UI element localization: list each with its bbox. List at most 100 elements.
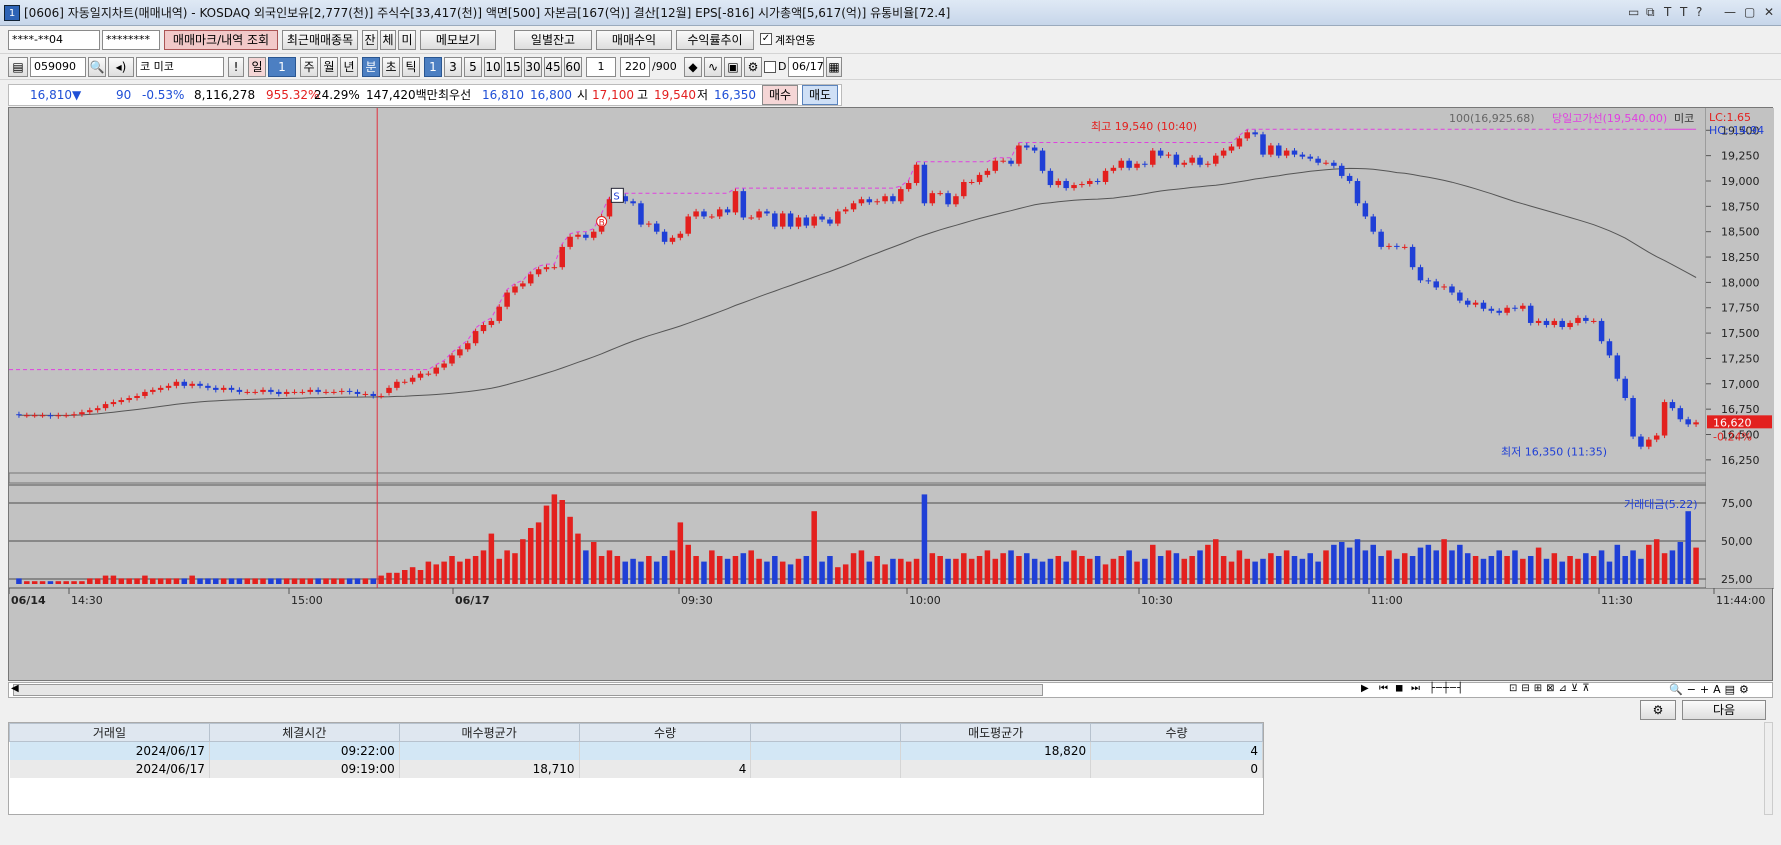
trade-profit-button[interactable]: 매매수익 bbox=[596, 30, 672, 50]
candle-body bbox=[1055, 180, 1062, 186]
executed-button[interactable]: 체 bbox=[380, 30, 396, 50]
candle-body bbox=[1527, 305, 1534, 323]
candle-body bbox=[244, 391, 251, 393]
alert-button[interactable]: ! bbox=[228, 57, 244, 77]
minute-60[interactable]: 60 bbox=[564, 57, 582, 77]
minute-15[interactable]: 15 bbox=[504, 57, 522, 77]
date-checkbox[interactable] bbox=[764, 61, 776, 73]
volume-bar bbox=[228, 578, 235, 584]
daily-balance-button[interactable]: 일별잔고 bbox=[514, 30, 592, 50]
calendar-icon[interactable]: ▦ bbox=[826, 57, 842, 77]
gear-icon[interactable]: ⚙ bbox=[744, 57, 762, 77]
minute-10[interactable]: 10 bbox=[484, 57, 502, 77]
volume-bar bbox=[1441, 539, 1447, 584]
period-day-count[interactable]: 1 bbox=[268, 57, 296, 77]
candle-body bbox=[449, 355, 455, 364]
chart-tools-icon[interactable]: ⊡⊟⊞⊠⊿⊻⊼ bbox=[1509, 683, 1594, 694]
candle-body bbox=[197, 383, 203, 386]
sound-icon[interactable]: ◂) bbox=[108, 57, 134, 77]
volume-bar bbox=[260, 578, 266, 584]
grid-scrollbar[interactable] bbox=[1764, 722, 1773, 815]
balance-button[interactable]: 잔 bbox=[362, 30, 378, 50]
table-row[interactable]: 2024/06/17 09:22:00 18,820 4 bbox=[9, 741, 1263, 760]
chart-scrollbar[interactable]: ◀ ▶ ⏮ ◼ ⏭ ├─┼─┤ ⊡⊟⊞⊠⊿⊻⊼ 🔍−+A▤⚙ bbox=[8, 682, 1773, 698]
memo-button[interactable]: 메모보기 bbox=[420, 30, 496, 50]
scroll-end-icon[interactable]: ⏭ bbox=[1411, 683, 1420, 694]
volume-bar bbox=[535, 522, 542, 584]
volume-bar bbox=[276, 578, 282, 584]
window-ctrl-3-icon[interactable]: T bbox=[1664, 5, 1671, 19]
next-button[interactable]: 다음 bbox=[1682, 700, 1766, 720]
candle-body bbox=[157, 387, 164, 390]
recent-trades-button[interactable]: 최근매매종목 bbox=[282, 30, 358, 50]
password-field[interactable]: ******** bbox=[102, 30, 160, 50]
period-month[interactable]: 월 bbox=[320, 57, 338, 77]
minute-30[interactable]: 30 bbox=[524, 57, 542, 77]
sell-button[interactable]: 매도 bbox=[802, 85, 838, 105]
stock-code-field[interactable]: 059090 bbox=[30, 57, 86, 77]
candle-body bbox=[1543, 320, 1550, 325]
candle-body bbox=[1157, 150, 1164, 156]
maximize-icon[interactable]: ▢ bbox=[1744, 5, 1755, 19]
scroll-stop-icon[interactable]: ◼ bbox=[1395, 683, 1403, 694]
account-select[interactable]: ****-**04 bbox=[8, 30, 100, 50]
zoom-tools-icon[interactable]: 🔍−+A▤⚙ bbox=[1669, 683, 1753, 696]
volume-bar bbox=[606, 550, 613, 584]
volume-bar bbox=[614, 556, 621, 584]
window-ctrl-1-icon[interactable]: ▭ bbox=[1628, 5, 1639, 19]
candle-body bbox=[268, 389, 274, 392]
unfilled-button[interactable]: 미 bbox=[398, 30, 416, 50]
minute-3[interactable]: 3 bbox=[444, 57, 462, 77]
minute-5[interactable]: 5 bbox=[464, 57, 482, 77]
zoom-slider[interactable]: ├─┼─┤ bbox=[1429, 683, 1464, 694]
interval-select[interactable]: 1 bbox=[586, 57, 616, 77]
x-tick-label: 06/14 bbox=[11, 594, 46, 607]
period-year[interactable]: 년 bbox=[340, 57, 358, 77]
minimize-icon[interactable]: — bbox=[1724, 5, 1736, 19]
scroll-thumb[interactable] bbox=[13, 684, 1043, 696]
account-link-checkbox[interactable]: ✓ bbox=[760, 33, 772, 45]
candle-body bbox=[1252, 132, 1258, 135]
grid-settings-icon[interactable]: ⚙ bbox=[1640, 700, 1676, 720]
price-tick-label: 18,500 bbox=[1721, 226, 1760, 239]
hc-legend: HC:-14.94 bbox=[1709, 124, 1764, 137]
volume-bar bbox=[39, 581, 46, 584]
candle-body bbox=[1661, 402, 1668, 436]
buy-button[interactable]: 매수 bbox=[762, 85, 798, 105]
minute-1[interactable]: 1 bbox=[424, 57, 442, 77]
window-ctrl-2-icon[interactable]: ⧉ bbox=[1646, 5, 1655, 20]
minute-45[interactable]: 45 bbox=[544, 57, 562, 77]
count-field[interactable]: 220 bbox=[620, 57, 650, 77]
return-trend-button[interactable]: 수익률추이 bbox=[676, 30, 754, 50]
search-icon[interactable]: 🔍 bbox=[88, 57, 106, 77]
tool-2-icon[interactable]: ∿ bbox=[704, 57, 722, 77]
period-minute[interactable]: 분 bbox=[362, 57, 380, 77]
period-day[interactable]: 일 bbox=[248, 57, 266, 77]
tool-1-icon[interactable]: ◆ bbox=[684, 57, 702, 77]
table-row[interactable]: 2024/06/17 09:19:00 18,710 4 0 bbox=[9, 759, 1263, 778]
stock-name-field[interactable]: 코 미코 bbox=[136, 57, 224, 77]
vol-tick-label: 75,00 bbox=[1721, 497, 1753, 510]
period-week[interactable]: 주 bbox=[300, 57, 318, 77]
date-field[interactable]: 06/17 bbox=[788, 57, 824, 77]
price-chart[interactable]: 19,500 19,250 19,000 18,750 18,500 18,250 18,0… bbox=[8, 107, 1774, 681]
scroll-start-icon[interactable]: ⏮ bbox=[1379, 683, 1388, 694]
volume-bar bbox=[1055, 556, 1062, 584]
close-icon[interactable]: ✕ bbox=[1764, 5, 1774, 19]
period-second[interactable]: 초 bbox=[382, 57, 400, 77]
scroll-left-icon[interactable]: ◀ bbox=[11, 683, 19, 694]
save-icon[interactable]: ▣ bbox=[724, 57, 742, 77]
scroll-right-icon[interactable]: ▶ bbox=[1361, 683, 1369, 694]
window-ctrl-4-icon[interactable]: T bbox=[1680, 5, 1687, 19]
candle-body bbox=[1488, 308, 1495, 311]
period-tick[interactable]: 틱 bbox=[402, 57, 420, 77]
candle-body bbox=[110, 402, 117, 405]
chart-menu-icon[interactable]: ▤ bbox=[8, 57, 28, 77]
volume-bar bbox=[520, 539, 526, 584]
trade-mark-button[interactable]: 매매마크/내역 조회 bbox=[164, 30, 278, 50]
volume-bar bbox=[1016, 556, 1022, 584]
volume-bar bbox=[244, 578, 251, 584]
volume-bar bbox=[1409, 556, 1416, 584]
help-icon[interactable]: ? bbox=[1696, 5, 1702, 19]
volume-bar bbox=[1008, 550, 1014, 584]
